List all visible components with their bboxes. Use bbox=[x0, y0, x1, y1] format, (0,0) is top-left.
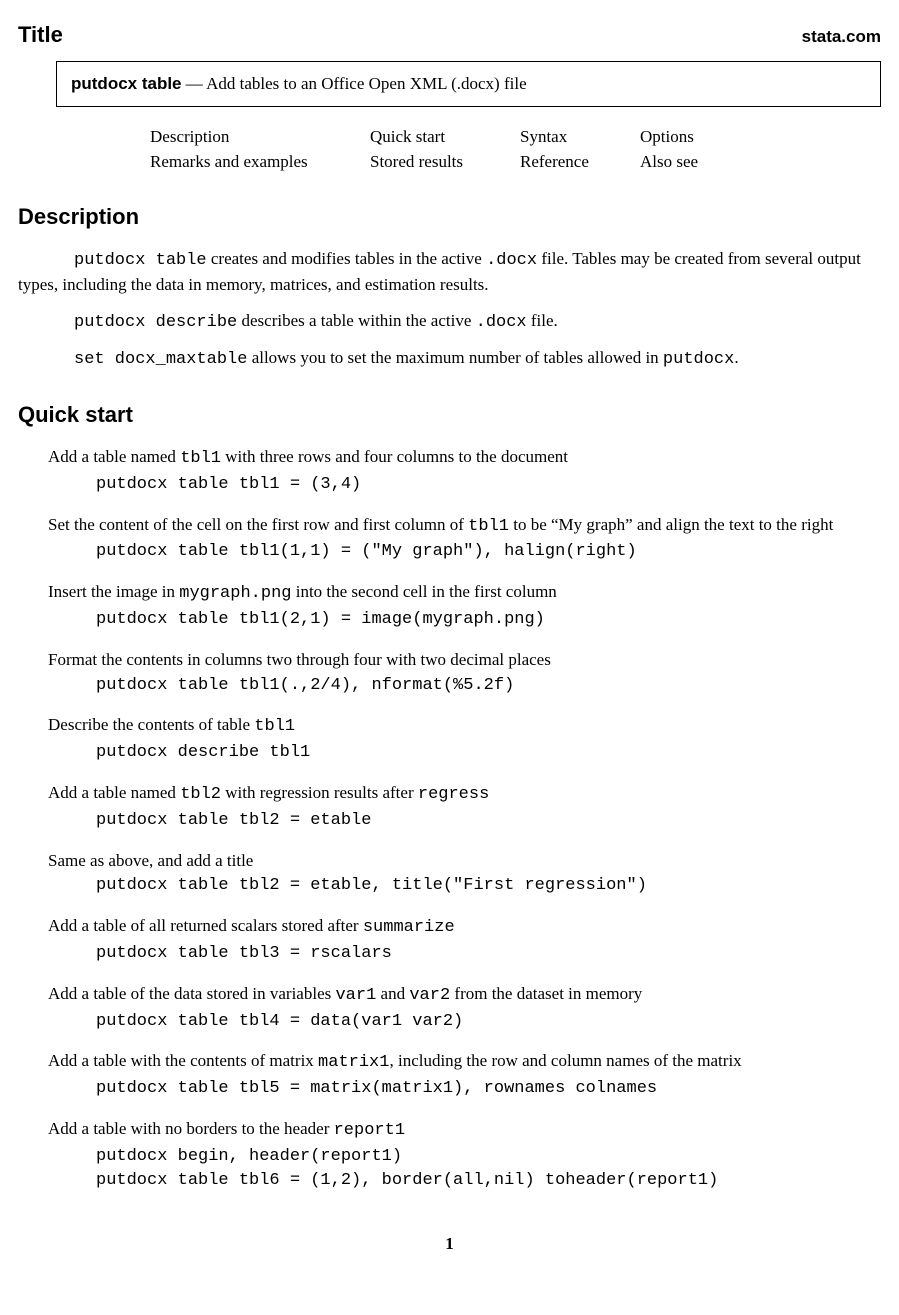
qs-code: putdocx table tbl1(1,1) = ("My graph"), … bbox=[96, 540, 881, 564]
qs-text: Format the contents in columns two throu… bbox=[48, 650, 551, 669]
qs-tt: var1 bbox=[335, 986, 376, 1005]
qs-item: Add a table of all returned scalars stor… bbox=[48, 914, 881, 966]
qs-text: into the second cell in the first column bbox=[291, 582, 556, 601]
title-heading: Title bbox=[18, 20, 63, 51]
toc-alsosee[interactable]: Also see bbox=[640, 152, 698, 171]
qs-code: putdocx begin, header(report1) putdocx t… bbox=[96, 1145, 881, 1193]
qs-tt: tbl2 bbox=[180, 785, 221, 804]
title-box: putdocx table — Add tables to an Office … bbox=[56, 61, 881, 107]
qs-text: , including the row and column names of … bbox=[389, 1051, 741, 1070]
page-number: 1 bbox=[18, 1232, 881, 1256]
toc-quickstart[interactable]: Quick start bbox=[370, 127, 445, 146]
title-desc: Add tables to an Office Open XML (.docx)… bbox=[206, 74, 527, 93]
desc-p1-text: creates and modifies tables in the activ… bbox=[207, 249, 486, 268]
qs-tt: regress bbox=[418, 785, 489, 804]
header-row: Title stata.com bbox=[18, 20, 881, 51]
qs-item: Add a table named tbl1 with three rows a… bbox=[48, 445, 881, 497]
desc-p3-cmd: set docx_maxtable bbox=[74, 350, 247, 369]
qs-tt: mygraph.png bbox=[179, 584, 291, 603]
qs-code: putdocx table tbl2 = etable, title("Firs… bbox=[96, 874, 881, 898]
qs-code: putdocx table tbl4 = data(var1 var2) bbox=[96, 1010, 881, 1034]
qs-item: Same as above, and add a title putdocx t… bbox=[48, 849, 881, 899]
desc-p3-text: allows you to set the maximum number of … bbox=[247, 348, 662, 367]
qs-tt: matrix1 bbox=[318, 1053, 389, 1072]
qs-text: Add a table named bbox=[48, 783, 180, 802]
desc-p2-text: describes a table within the active bbox=[237, 311, 475, 330]
desc-p3-rest: . bbox=[734, 348, 738, 367]
qs-text: Describe the contents of table bbox=[48, 715, 254, 734]
qs-text: Add a table of all returned scalars stor… bbox=[48, 916, 363, 935]
quickstart-list: Add a table named tbl1 with three rows a… bbox=[48, 445, 881, 1192]
qs-tt: tbl1 bbox=[180, 449, 221, 468]
toc-stored[interactable]: Stored results bbox=[370, 152, 463, 171]
qs-text: to be “My graph” and align the text to t… bbox=[509, 515, 833, 534]
qs-tt: report1 bbox=[334, 1121, 405, 1140]
qs-item: Describe the contents of table tbl1 putd… bbox=[48, 713, 881, 765]
qs-text: Same as above, and add a title bbox=[48, 851, 253, 870]
toc-row: Remarks and examples Stored results Refe… bbox=[150, 150, 881, 174]
qs-code: putdocx table tbl5 = matrix(matrix1), ro… bbox=[96, 1077, 881, 1101]
title-sep: — bbox=[182, 74, 207, 93]
site-link[interactable]: stata.com bbox=[802, 25, 881, 49]
qs-tt: var2 bbox=[409, 986, 450, 1005]
toc-row: Description Quick start Syntax Options bbox=[150, 125, 881, 149]
qs-item: Add a table of the data stored in variab… bbox=[48, 982, 881, 1034]
qs-text: Add a table of the data stored in variab… bbox=[48, 984, 335, 1003]
qs-tt: tbl1 bbox=[468, 517, 509, 536]
qs-item: Add a table with no borders to the heade… bbox=[48, 1117, 881, 1192]
qs-text: Add a table with the contents of matrix bbox=[48, 1051, 318, 1070]
qs-text: Insert the image in bbox=[48, 582, 179, 601]
toc-syntax[interactable]: Syntax bbox=[520, 127, 567, 146]
desc-p2-rest: file. bbox=[527, 311, 558, 330]
title-command: putdocx table bbox=[71, 74, 182, 93]
qs-text: from the dataset in memory bbox=[450, 984, 642, 1003]
section-description: Description bbox=[18, 202, 881, 233]
toc-description[interactable]: Description bbox=[150, 127, 229, 146]
qs-item: Format the contents in columns two throu… bbox=[48, 648, 881, 698]
qs-code: putdocx table tbl1 = (3,4) bbox=[96, 473, 881, 497]
desc-p1-cmd: putdocx table bbox=[74, 251, 207, 270]
qs-text: with three rows and four columns to the … bbox=[221, 447, 568, 466]
qs-text: Add a table named bbox=[48, 447, 180, 466]
qs-item: Set the content of the cell on the first… bbox=[48, 513, 881, 565]
qs-code: putdocx table tbl1(.,2/4), nformat(%5.2f… bbox=[96, 674, 881, 698]
desc-p2-cmd: putdocx describe bbox=[74, 313, 237, 332]
qs-item: Add a table named tbl2 with regression r… bbox=[48, 781, 881, 833]
qs-code: putdocx table tbl3 = rscalars bbox=[96, 942, 881, 966]
toc-reference[interactable]: Reference bbox=[520, 152, 589, 171]
qs-code: putdocx describe tbl1 bbox=[96, 741, 881, 765]
description-block: putdocx table creates and modifies table… bbox=[44, 247, 881, 372]
qs-tt: tbl1 bbox=[254, 717, 295, 736]
desc-p2-ext: .docx bbox=[476, 313, 527, 332]
qs-text: Add a table with no borders to the heade… bbox=[48, 1119, 334, 1138]
desc-p1-ext: .docx bbox=[486, 251, 537, 270]
qs-item: Insert the image in mygraph.png into the… bbox=[48, 580, 881, 632]
qs-text: and bbox=[376, 984, 409, 1003]
toc-options[interactable]: Options bbox=[640, 127, 694, 146]
toc: Description Quick start Syntax Options R… bbox=[150, 125, 881, 175]
qs-text: with regression results after bbox=[221, 783, 418, 802]
qs-text: Set the content of the cell on the first… bbox=[48, 515, 468, 534]
toc-remarks[interactable]: Remarks and examples bbox=[150, 152, 308, 171]
section-quickstart: Quick start bbox=[18, 400, 881, 431]
qs-tt: summarize bbox=[363, 918, 455, 937]
desc-p3-cmd2: putdocx bbox=[663, 350, 734, 369]
qs-code: putdocx table tbl2 = etable bbox=[96, 809, 881, 833]
qs-item: Add a table with the contents of matrix … bbox=[48, 1049, 881, 1101]
qs-code: putdocx table tbl1(2,1) = image(mygraph.… bbox=[96, 608, 881, 632]
